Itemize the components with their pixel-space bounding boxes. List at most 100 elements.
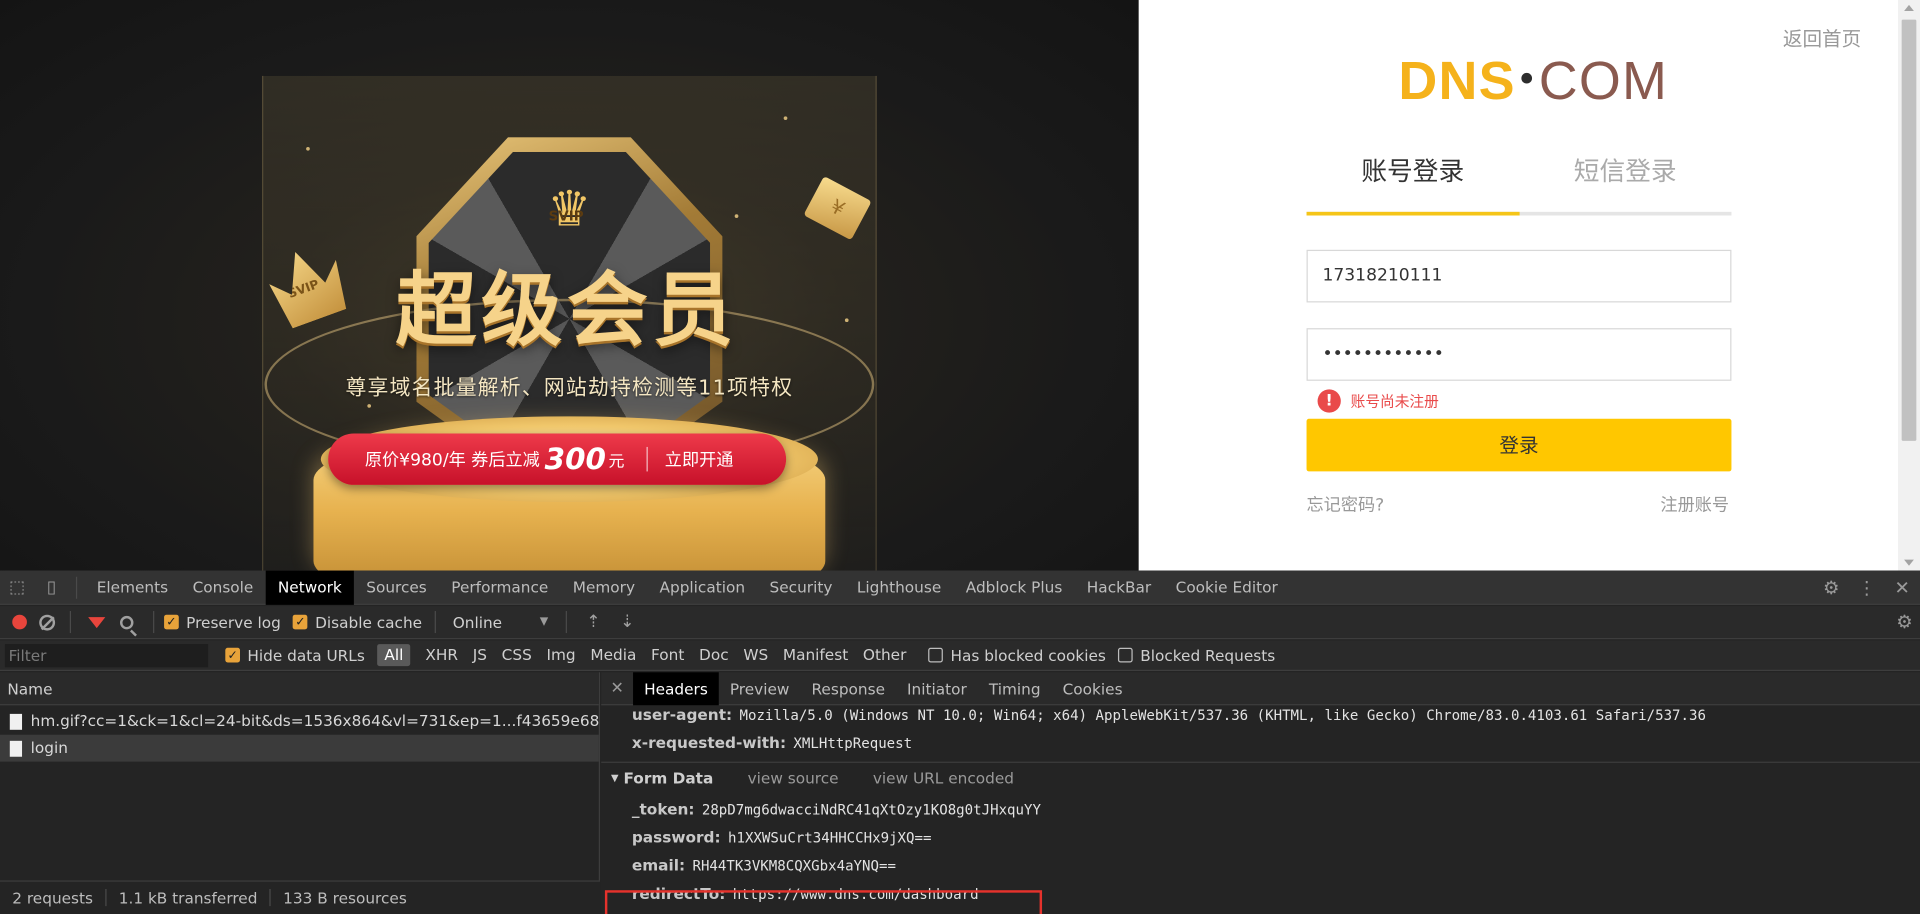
device-toggle-icon[interactable]: ▯ xyxy=(34,570,68,604)
filter-input[interactable]: Filter xyxy=(4,643,209,667)
checkbox-unchecked-icon xyxy=(928,647,944,663)
has-blocked-cookies-checkbox[interactable]: Has blocked cookies xyxy=(928,646,1106,664)
scroll-down-icon[interactable] xyxy=(1904,559,1914,566)
checkbox-unchecked-icon xyxy=(1118,647,1133,663)
logo-dns: DNS xyxy=(1398,51,1516,112)
blocked-requests-checkbox[interactable]: Blocked Requests xyxy=(1118,646,1275,664)
sparkle xyxy=(306,146,310,151)
scrollbar-thumb[interactable] xyxy=(1901,19,1917,441)
request-list-pane: Name hm.gif?cc=1&ck=1&cl=24-bit&ds=1536x… xyxy=(0,672,601,914)
chevron-down-icon: ▼ xyxy=(539,615,549,629)
close-devtools-icon[interactable]: ✕ xyxy=(1885,571,1920,605)
ticket-symbol: ¥ xyxy=(826,194,849,221)
transferred-size: 1.1 kB transferred xyxy=(118,888,258,907)
form-data-value: h1XXWSuCrt34HHCCHx9jXQ== xyxy=(727,828,932,847)
throttling-select[interactable]: Online ▼ xyxy=(453,613,549,631)
request-name: hm.gif?cc=1&ck=1&cl=24-bit&ds=1536x864&v… xyxy=(30,711,599,730)
network-toolbar: ✓ Preserve log ✓ Disable cache Online ▼ ⇡ ⇣… xyxy=(0,606,1920,640)
request-row[interactable]: hm.gif?cc=1&ck=1&cl=24-bit&ds=1536x864&v… xyxy=(0,708,599,735)
form-data-row: password: h1XXWSuCrt34HHCCHx9jXQ== xyxy=(601,823,1920,851)
login-button[interactable]: 登录 xyxy=(1306,418,1732,472)
highlight-annotation-box xyxy=(604,890,1043,914)
filter-icon[interactable] xyxy=(88,616,106,628)
login-error-message: ! 账号尚未注册 xyxy=(1317,389,1439,413)
toolbar-divider xyxy=(565,611,567,634)
tab-lighthouse[interactable]: Lighthouse xyxy=(845,570,954,604)
settings-gear-icon[interactable]: ⚙ xyxy=(1813,571,1849,605)
toolbar-divider xyxy=(75,576,78,599)
cta-discount-amount: 300 xyxy=(544,442,607,477)
tab-console[interactable]: Console xyxy=(180,570,265,604)
view-url-encoded-link[interactable]: view URL encoded xyxy=(873,762,1014,794)
form-data-row: _token: 28pD7mg6dwacciNdRC41qXtOzy1KO8g0t… xyxy=(601,795,1920,823)
sparkle xyxy=(783,116,788,121)
register-link[interactable]: 注册账号 xyxy=(1660,492,1729,516)
name-column-header[interactable]: Name xyxy=(0,672,599,706)
network-status-bar: 2 requests 1.1 kB transferred 133 B reso… xyxy=(0,880,601,914)
search-icon[interactable] xyxy=(120,615,134,629)
dns-com-logo: DNS•COM xyxy=(1398,51,1668,111)
clear-icon[interactable] xyxy=(39,614,56,631)
tab-adblock-plus[interactable]: Adblock Plus xyxy=(954,570,1075,604)
promo-banner[interactable]: ♛ SVIP SVIP ¥ 超级会员 尊享域名批量解析、网站劫持检测等11项特权… xyxy=(0,0,1139,571)
triangle-down-icon: ▼ xyxy=(611,772,619,784)
close-detail-icon[interactable]: ✕ xyxy=(601,679,633,697)
type-filter-font[interactable]: Font xyxy=(644,644,692,666)
type-filter-css[interactable]: CSS xyxy=(494,644,539,666)
form-data-title: Form Data xyxy=(623,768,714,787)
tab-hackbar[interactable]: HackBar xyxy=(1075,570,1164,604)
inspect-element-icon[interactable]: ⬚ xyxy=(0,570,34,604)
type-filter-all[interactable]: All xyxy=(377,644,411,667)
activate-vip-button[interactable]: 原价¥980/年 券后立减 300 元 立即开通 xyxy=(328,433,787,485)
type-filter-ws[interactable]: WS xyxy=(736,644,776,666)
banner-subtitle: 尊享域名批量解析、网站劫持检测等11项特权 xyxy=(345,375,794,401)
tab-memory[interactable]: Memory xyxy=(561,570,648,604)
page-scrollbar[interactable] xyxy=(1897,0,1920,571)
disable-cache-checkbox[interactable]: ✓ Disable cache xyxy=(293,613,422,631)
password-input[interactable]: •••••••••••• xyxy=(1306,328,1732,381)
crown-svip-label: SVIP xyxy=(548,208,584,225)
forgot-password-link[interactable]: 忘记密码? xyxy=(1307,492,1385,516)
form-data-key: password: xyxy=(631,827,721,847)
cta-price-text: 原价¥980/年 券后立减 xyxy=(364,450,540,471)
username-input[interactable]: 17318210111 xyxy=(1306,249,1732,303)
webpage-viewport: ♛ SVIP SVIP ¥ 超级会员 尊享域名批量解析、网站劫持检测等11项特权… xyxy=(0,0,1920,571)
tab-security[interactable]: Security xyxy=(757,570,844,604)
import-har-icon[interactable]: ⇡ xyxy=(586,612,600,632)
request-row-selected[interactable]: login xyxy=(0,734,599,762)
type-filter-img[interactable]: Img xyxy=(539,644,583,666)
tab-sms-login[interactable]: 短信登录 xyxy=(1519,152,1731,212)
view-source-link[interactable]: view source xyxy=(748,762,839,794)
checkbox-checked-icon: ✓ xyxy=(293,614,308,630)
form-data-key: _token: xyxy=(631,799,695,818)
hide-data-urls-checkbox[interactable]: ✓ Hide data URLs xyxy=(225,645,365,665)
type-filter-xhr[interactable]: XHR xyxy=(418,644,465,666)
tab-performance[interactable]: Performance xyxy=(439,570,560,604)
back-home-link[interactable]: 返回首页 xyxy=(1783,22,1861,51)
error-text: 账号尚未注册 xyxy=(1350,393,1439,411)
form-data-section-header[interactable]: ▼ Form Data view source view URL encoded xyxy=(601,761,1920,794)
more-options-icon[interactable]: ⋮ xyxy=(1849,571,1885,605)
type-filter-media[interactable]: Media xyxy=(583,644,644,666)
type-filter-js[interactable]: JS xyxy=(465,644,494,666)
tab-elements[interactable]: Elements xyxy=(84,570,180,604)
tab-application[interactable]: Application xyxy=(647,570,757,604)
tab-sources[interactable]: Sources xyxy=(354,570,439,604)
preserve-log-checkbox[interactable]: ✓ Preserve log xyxy=(164,613,281,631)
sparkle xyxy=(734,214,739,218)
tab-cookie-editor[interactable]: Cookie Editor xyxy=(1163,570,1290,604)
network-settings-gear-icon[interactable]: ⚙ xyxy=(1896,611,1912,633)
toolbar-divider xyxy=(434,611,436,634)
record-icon[interactable] xyxy=(12,614,27,630)
hide-data-urls-label: Hide data URLs xyxy=(247,645,365,665)
type-filter-other[interactable]: Other xyxy=(856,644,914,666)
type-filter-manifest[interactable]: Manifest xyxy=(776,644,856,666)
toolbar-divider xyxy=(69,611,72,634)
export-har-icon[interactable]: ⇣ xyxy=(620,612,634,632)
tab-network[interactable]: Network xyxy=(265,570,354,605)
sparkle xyxy=(844,318,849,323)
type-filter-doc[interactable]: Doc xyxy=(692,644,736,666)
header-row: x-requested-with: XMLHttpRequest xyxy=(601,729,1920,757)
scroll-up-icon[interactable] xyxy=(1904,4,1914,12)
tab-account-login[interactable]: 账号登录 xyxy=(1306,152,1519,216)
